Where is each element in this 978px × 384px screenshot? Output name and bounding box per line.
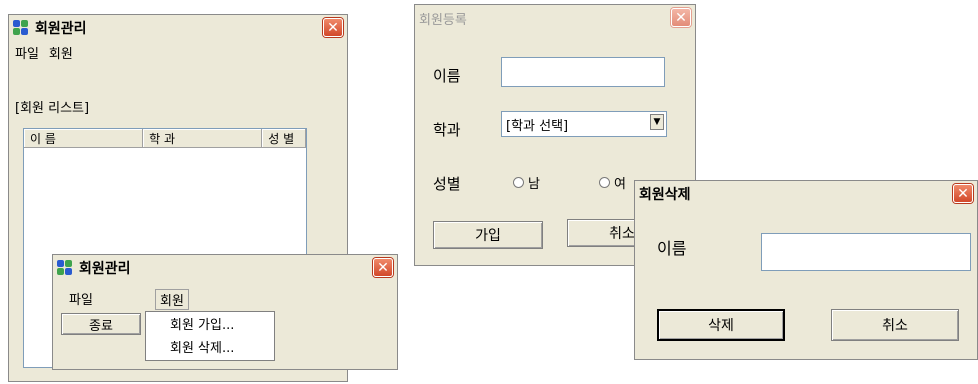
- dept-label: 학과: [433, 121, 461, 139]
- title-bar[interactable]: 회원삭제 ✕: [635, 181, 977, 207]
- radio-circle-icon: [513, 177, 524, 188]
- window-title: 회원등록: [419, 12, 467, 28]
- menu-item-exit[interactable]: 종료: [61, 313, 141, 335]
- delete-button[interactable]: 삭제: [657, 309, 785, 341]
- chevron-down-icon[interactable]: ▼: [650, 114, 664, 130]
- name-label: 이름: [657, 239, 687, 258]
- dept-select[interactable]: [학과 선택] ▼: [501, 111, 667, 137]
- menu-item-join[interactable]: 회원 가입...: [146, 312, 274, 335]
- menu-bar: 파일 회원: [61, 289, 391, 310]
- name-input[interactable]: [501, 57, 665, 87]
- close-icon[interactable]: ✕: [671, 8, 691, 27]
- column-header-name[interactable]: 이 름: [24, 129, 144, 147]
- window-title: 회원삭제: [639, 187, 691, 203]
- app-icon: [13, 20, 31, 36]
- cancel-button[interactable]: 취소: [831, 309, 959, 341]
- name-label: 이름: [433, 67, 461, 85]
- menu-item-delete[interactable]: 회원 삭제...: [146, 335, 274, 358]
- member-list-label: [회원 리스트]: [15, 101, 90, 116]
- dept-select-value: [학과 선택]: [506, 118, 569, 134]
- menu-member[interactable]: 회원: [155, 289, 189, 310]
- gender-label: 성별: [433, 175, 461, 193]
- column-header-gender[interactable]: 성 별: [262, 129, 306, 147]
- list-header: 이 름 학 과 성 별: [24, 129, 306, 148]
- menu-file[interactable]: 파일: [15, 43, 39, 63]
- title-bar[interactable]: 회원관리 ✕: [9, 15, 347, 41]
- close-icon[interactable]: ✕: [373, 258, 393, 277]
- name-input[interactable]: [761, 233, 971, 271]
- app-icon: [57, 260, 75, 276]
- gender-male-radio[interactable]: 남: [513, 173, 540, 192]
- member-delete-window: 회원삭제 ✕ 이름 삭제 취소: [634, 180, 978, 360]
- window-title: 회원관리: [79, 261, 131, 277]
- close-icon[interactable]: ✕: [323, 18, 343, 37]
- gender-female-radio[interactable]: 여: [599, 173, 626, 192]
- column-header-dept[interactable]: 학 과: [143, 129, 263, 147]
- member-menu-window: 회원관리 ✕ 파일 회원 종료 회원 가입... 회원 삭제...: [52, 254, 398, 370]
- menu-file[interactable]: 파일: [69, 289, 93, 308]
- title-bar[interactable]: 회원등록 ✕: [415, 5, 695, 31]
- radio-circle-icon: [599, 177, 610, 188]
- gender-female-label: 여: [614, 177, 626, 192]
- close-icon[interactable]: ✕: [953, 184, 973, 203]
- join-button[interactable]: 가입: [433, 221, 543, 249]
- title-bar[interactable]: 회원관리 ✕: [53, 255, 397, 281]
- member-dropdown-menu: 회원 가입... 회원 삭제...: [145, 311, 275, 361]
- menu-member[interactable]: 회원: [49, 43, 73, 63]
- gender-male-label: 남: [528, 177, 540, 192]
- menu-bar: 파일 회원: [9, 43, 347, 63]
- window-title: 회원관리: [35, 21, 87, 37]
